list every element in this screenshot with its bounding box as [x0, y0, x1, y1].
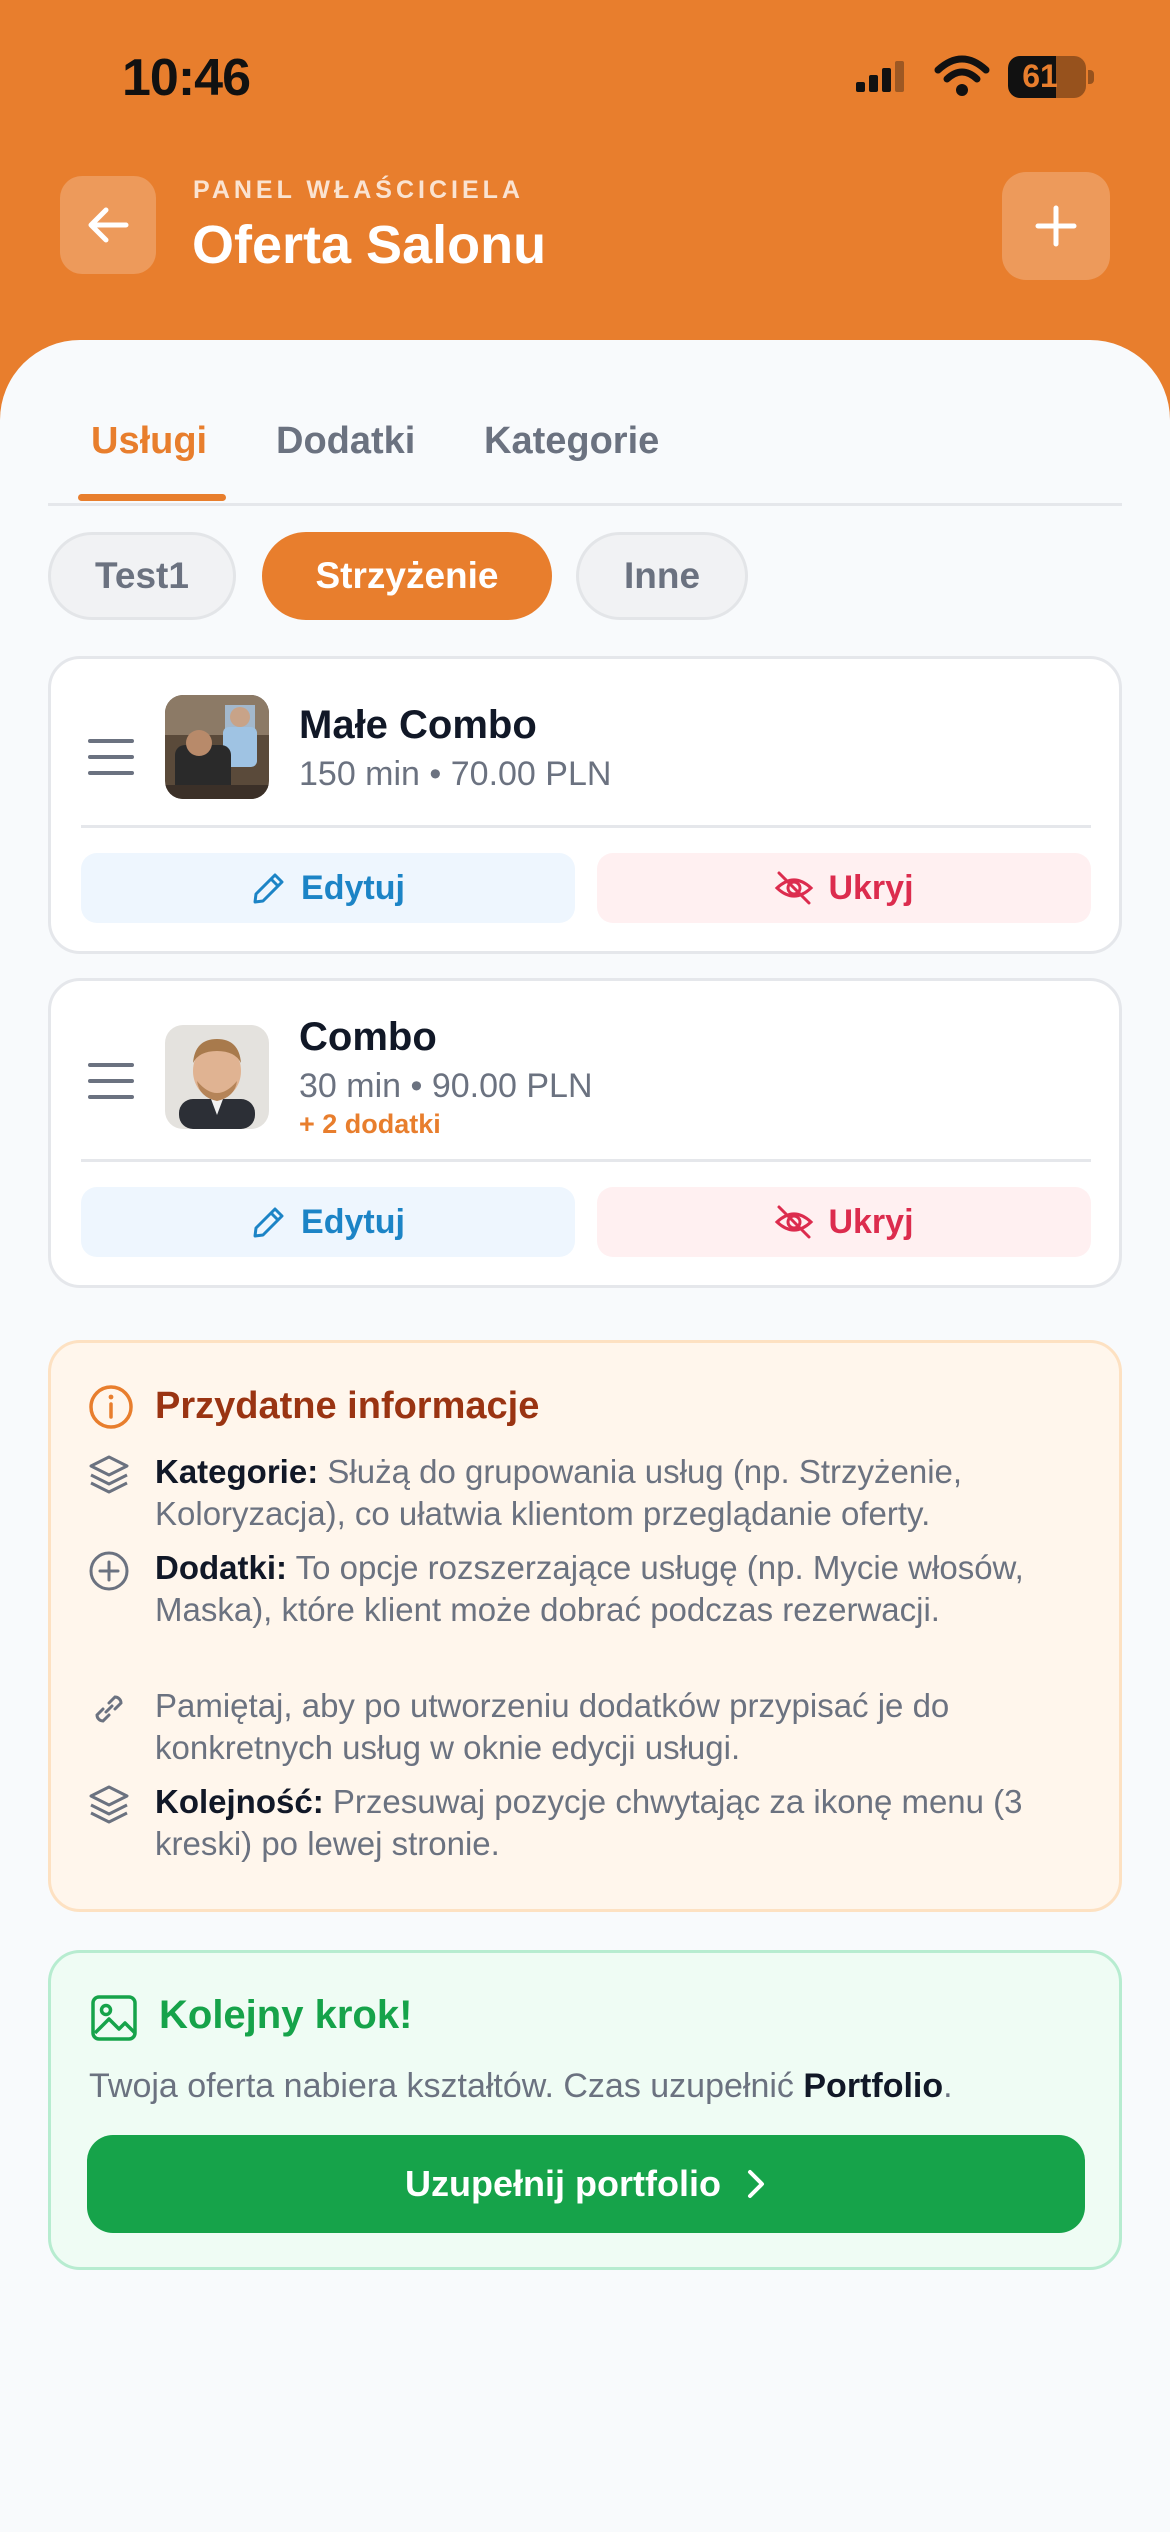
hide-service-button[interactable]: Ukryj [597, 853, 1091, 923]
complete-portfolio-label: Uzupełnij portfolio [405, 2163, 721, 2204]
image-icon [91, 1995, 137, 2041]
info-icon [89, 1385, 133, 1429]
next-step-text-end: . [943, 2067, 953, 2105]
cellular-signal-icon [856, 61, 904, 92]
chevron-right-icon [747, 2170, 764, 2198]
edit-label: Edytuj [301, 1202, 405, 1241]
layers-icon [89, 1785, 129, 1824]
next-step-title: Kolejny krok! [159, 1993, 413, 2037]
service-name: Małe Combo [299, 703, 537, 747]
hide-service-button[interactable]: Ukryj [597, 1187, 1091, 1257]
service-thumbnail [165, 695, 269, 799]
header-subtitle: PANEL WŁAŚCICIELA [193, 176, 524, 204]
status-time: 10:46 [122, 49, 251, 107]
arrow-left-icon [88, 207, 129, 243]
pencil-icon [253, 1207, 284, 1238]
service-name: Combo [299, 1015, 437, 1059]
active-tab-indicator [78, 494, 226, 501]
drag-handle-icon[interactable] [87, 737, 135, 777]
service-card: Combo 30 min • 90.00 PLN + 2 dodatki Edy… [48, 978, 1122, 1288]
info-item-bold: Dodatki: [155, 1549, 287, 1586]
service-meta: 150 min • 70.00 PLN [299, 755, 612, 793]
next-step-box: Kolejny krok! Twoja oferta nabiera kszta… [48, 1950, 1122, 2270]
pencil-icon [253, 873, 284, 904]
next-step-text-part: Twoja oferta nabiera kształtów. Czas uzu… [89, 2067, 804, 2105]
add-service-button[interactable] [1002, 172, 1110, 280]
edit-label: Edytuj [301, 868, 405, 907]
page-title: Oferta Salonu [192, 215, 547, 275]
info-title: Przydatne informacje [155, 1385, 540, 1427]
edit-service-button[interactable]: Edytuj [81, 1187, 575, 1257]
info-box: Przydatne informacje Kategorie: Służą do… [48, 1340, 1122, 1912]
battery-icon: 61 [1008, 56, 1094, 98]
plus-icon [1035, 205, 1077, 247]
complete-portfolio-button[interactable]: Uzupełnij portfolio [87, 2135, 1085, 2233]
next-step-text: Twoja oferta nabiera kształtów. Czas uzu… [89, 2067, 953, 2106]
link-icon [95, 1695, 123, 1723]
service-card: Małe Combo 150 min • 70.00 PLN Edytuj Uk… [48, 656, 1122, 954]
edit-service-button[interactable]: Edytuj [81, 853, 575, 923]
filter-chip-inne[interactable]: Inne [576, 532, 748, 620]
tab-bar: Usługi Dodatki Kategorie [48, 394, 1122, 506]
service-addons-count: + 2 dodatki [299, 1109, 441, 1139]
eye-off-icon [775, 1205, 814, 1239]
info-item-bold: Kolejność: [155, 1783, 324, 1820]
back-button[interactable] [60, 176, 156, 274]
drag-handle-icon[interactable] [87, 1061, 135, 1101]
status-bar: 10:46 61 [0, 0, 1170, 150]
filter-chip-test1[interactable]: Test1 [48, 532, 236, 620]
tab-uslugi[interactable]: Usługi [91, 420, 207, 463]
layers-icon [89, 1455, 129, 1494]
battery-percent: 61 [1022, 58, 1058, 94]
eye-off-icon [775, 871, 814, 905]
tab-dodatki[interactable]: Dodatki [276, 420, 415, 463]
info-item-bold: Kategorie: [155, 1453, 319, 1490]
plus-circle-icon [89, 1551, 129, 1591]
tab-kategorie[interactable]: Kategorie [484, 420, 659, 463]
service-meta: 30 min • 90.00 PLN [299, 1067, 593, 1105]
service-thumbnail [165, 1025, 269, 1129]
filter-chip-strzyzenie[interactable]: Strzyżenie [262, 532, 552, 620]
info-item-text: Pamiętaj, aby po utworzeniu dodatków prz… [155, 1687, 950, 1766]
hide-label: Ukryj [828, 868, 914, 907]
next-step-text-bold: Portfolio [803, 2067, 944, 2105]
wifi-icon [934, 55, 990, 96]
hide-label: Ukryj [828, 1202, 914, 1241]
